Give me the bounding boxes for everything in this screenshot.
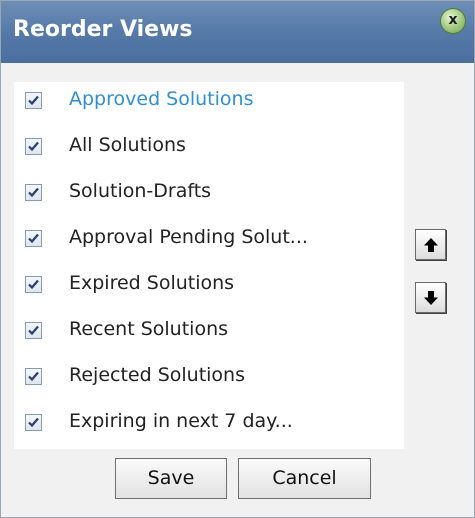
list-item[interactable]: Approved Solutions [14,82,404,128]
cancel-button[interactable]: Cancel [238,458,371,499]
checkmark-icon [28,279,39,290]
list-item[interactable]: Recent Solutions [14,312,404,358]
close-button[interactable]: x [440,8,466,34]
dialog-title: Reorder Views [13,17,193,42]
list-item[interactable]: Approval Pending Solut... [14,220,404,266]
move-down-button[interactable] [415,282,446,313]
list-item[interactable]: Solution-Drafts [14,174,404,220]
view-checkbox[interactable] [25,276,42,293]
move-up-button[interactable] [415,229,446,260]
checkmark-icon [28,187,39,198]
list-item[interactable]: Expiring in next 7 day... [14,404,404,450]
checkmark-icon [28,371,39,382]
view-label: Approved Solutions [69,88,254,110]
view-label: All Solutions [69,134,186,156]
list-item[interactable]: All Solutions [14,128,404,174]
view-label: Recent Solutions [69,318,229,340]
dialog-titlebar: Reorder Views x [1,1,474,63]
checkmark-icon [28,233,39,244]
view-checkbox[interactable] [25,92,42,109]
checkmark-icon [28,417,39,428]
arrow-down-icon [424,291,438,305]
view-checkbox[interactable] [25,322,42,339]
view-checkbox[interactable] [25,230,42,247]
checkmark-icon [28,325,39,336]
view-label: Approval Pending Solut... [69,226,308,248]
arrow-up-icon [424,238,438,252]
view-label: Solution-Drafts [69,180,212,202]
save-button[interactable]: Save [115,458,227,499]
view-checkbox[interactable] [25,138,42,155]
view-checkbox[interactable] [25,184,42,201]
checkmark-icon [28,95,39,106]
view-label: Rejected Solutions [69,364,245,386]
list-item[interactable]: Expired Solutions [14,266,404,312]
views-list: Approved Solutions All Solutions Solutio… [14,82,404,449]
reorder-views-dialog: Reorder Views x Approved Solutions All S… [0,0,475,518]
view-label: Expiring in next 7 day... [69,410,293,432]
checkmark-icon [28,141,39,152]
close-icon: x [448,12,458,28]
view-label: Expired Solutions [69,272,235,294]
view-checkbox[interactable] [25,414,42,431]
view-checkbox[interactable] [25,368,42,385]
list-item[interactable]: Rejected Solutions [14,358,404,404]
